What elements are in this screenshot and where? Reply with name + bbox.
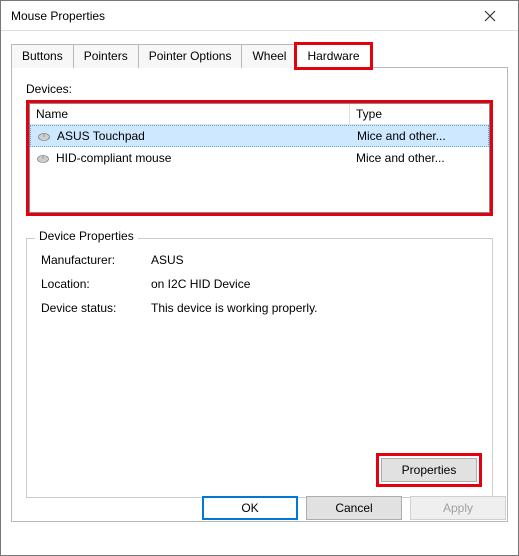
ok-button[interactable]: OK: [202, 496, 298, 520]
window-title: Mouse Properties: [11, 9, 470, 23]
cancel-button[interactable]: Cancel: [306, 496, 402, 520]
close-button[interactable]: [470, 2, 510, 30]
tab-buttons[interactable]: Buttons: [11, 44, 74, 68]
properties-button-highlight: Properties: [376, 453, 482, 487]
tab-wheel[interactable]: Wheel: [241, 44, 297, 68]
tab-pointer-options[interactable]: Pointer Options: [138, 44, 243, 68]
cell-type: Mice and other...: [350, 151, 489, 165]
tab-panel-hardware: Devices: Name Type ASUS Touchpad: [11, 68, 508, 522]
titlebar: Mouse Properties: [1, 1, 518, 31]
location-label: Location:: [41, 277, 151, 291]
device-name: HID-compliant mouse: [56, 151, 171, 165]
dialog-buttons: OK Cancel Apply: [202, 496, 506, 520]
table-header: Name Type: [30, 104, 489, 125]
status-value: This device is working properly.: [151, 301, 478, 315]
cell-name: ASUS Touchpad: [31, 129, 351, 143]
device-name: ASUS Touchpad: [57, 129, 145, 143]
table-row[interactable]: ASUS Touchpad Mice and other...: [30, 125, 489, 147]
location-value: on I2C HID Device: [151, 277, 478, 291]
manufacturer-row: Manufacturer: ASUS: [41, 253, 478, 267]
location-row: Location: on I2C HID Device: [41, 277, 478, 291]
column-type[interactable]: Type: [350, 104, 489, 124]
properties-button[interactable]: Properties: [381, 458, 477, 482]
mouse-properties-window: Mouse Properties Buttons Pointers Pointe…: [0, 0, 519, 556]
tab-hardware[interactable]: Hardware: [296, 44, 370, 68]
table-row[interactable]: HID-compliant mouse Mice and other...: [30, 147, 489, 169]
devices-table[interactable]: Name Type ASUS Touchpad Mice and other..…: [29, 103, 490, 213]
apply-button[interactable]: Apply: [410, 496, 506, 520]
group-legend: Device Properties: [35, 229, 138, 243]
mouse-icon: [36, 153, 50, 163]
manufacturer-label: Manufacturer:: [41, 253, 151, 267]
cell-name: HID-compliant mouse: [30, 151, 350, 165]
status-row: Device status: This device is working pr…: [41, 301, 478, 315]
devices-label: Devices:: [26, 82, 493, 96]
manufacturer-value: ASUS: [151, 253, 478, 267]
column-name[interactable]: Name: [30, 104, 350, 124]
close-icon: [484, 10, 496, 22]
tab-pointers[interactable]: Pointers: [73, 44, 139, 68]
tab-strip: Buttons Pointers Pointer Options Wheel H…: [11, 43, 508, 68]
mouse-icon: [37, 131, 51, 141]
device-properties-group: Device Properties Manufacturer: ASUS Loc…: [26, 238, 493, 498]
cell-type: Mice and other...: [351, 129, 488, 143]
devices-highlight: Name Type ASUS Touchpad Mice and other..…: [26, 100, 493, 216]
status-label: Device status:: [41, 301, 151, 315]
dialog-body: Buttons Pointers Pointer Options Wheel H…: [1, 31, 518, 530]
